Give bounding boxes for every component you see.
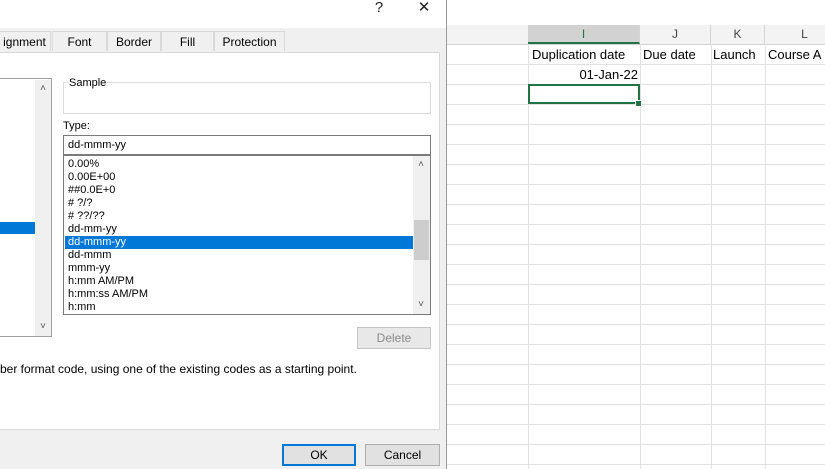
tab-protection[interactable]: Protection bbox=[214, 31, 285, 51]
list-item[interactable]: # ?/? bbox=[65, 197, 413, 210]
column-header-j[interactable]: J bbox=[640, 25, 711, 44]
row-gridline bbox=[447, 244, 825, 245]
cancel-button[interactable]: Cancel bbox=[365, 444, 440, 466]
column-header-l[interactable]: L bbox=[765, 25, 825, 44]
format-list-scrollbar[interactable]: ˄ ˅ bbox=[413, 156, 430, 314]
tab-fill[interactable]: Fill bbox=[161, 31, 214, 51]
chevron-down-icon[interactable]: ˅ bbox=[413, 298, 429, 312]
row-gridline bbox=[447, 324, 825, 325]
type-input[interactable] bbox=[63, 135, 431, 155]
fill-handle[interactable] bbox=[635, 100, 642, 107]
dialog-titlebar[interactable]: ? ✕ bbox=[0, 0, 446, 28]
format-code-list[interactable]: 0.00% 0.00E+00 ##0.0E+0 # ?/? # ??/?? dd… bbox=[63, 155, 431, 315]
tab-font[interactable]: Font bbox=[52, 31, 107, 51]
list-item[interactable]: dd-mm-yy bbox=[65, 223, 413, 236]
row-gridline bbox=[447, 304, 825, 305]
list-item[interactable]: # ??/?? bbox=[65, 210, 413, 223]
active-cell-selection[interactable] bbox=[528, 84, 640, 104]
scrollbar-thumb[interactable] bbox=[414, 220, 429, 260]
type-label: Type: bbox=[63, 120, 90, 132]
delete-button[interactable]: Delete bbox=[357, 327, 431, 349]
close-icon[interactable]: ✕ bbox=[414, 0, 434, 20]
category-selected-item[interactable] bbox=[0, 222, 35, 234]
row-gridline bbox=[447, 124, 825, 125]
tab-border[interactable]: Border bbox=[107, 31, 161, 51]
chevron-up-icon[interactable]: ˄ bbox=[35, 82, 51, 96]
row-gridline bbox=[447, 464, 825, 465]
list-item[interactable]: h:mm:ss AM/PM bbox=[65, 288, 413, 301]
row-gridline bbox=[447, 264, 825, 265]
help-icon[interactable]: ? bbox=[371, 0, 387, 20]
cell-k1[interactable]: Launch bbox=[713, 45, 756, 65]
list-item[interactable]: ##0.0E+0 bbox=[65, 184, 413, 197]
chevron-up-icon[interactable]: ˄ bbox=[413, 158, 429, 172]
row-gridline bbox=[447, 224, 825, 225]
cell-i2[interactable]: 01-Jan-22 bbox=[528, 65, 638, 85]
list-item[interactable]: 0.00E+00 bbox=[65, 171, 413, 184]
format-cells-dialog: ? ✕ ignment Font Border Fill Protection … bbox=[0, 0, 447, 469]
column-header-k[interactable]: K bbox=[711, 25, 765, 44]
column-gridline bbox=[765, 44, 766, 469]
spreadsheet-grid[interactable]: I J K L Duplication date Due date Launch… bbox=[447, 0, 825, 469]
category-list[interactable]: ˄ ˅ bbox=[0, 78, 52, 337]
column-gridline bbox=[528, 44, 529, 469]
row-gridline bbox=[447, 184, 825, 185]
row-gridline bbox=[447, 144, 825, 145]
row-gridline bbox=[447, 444, 825, 445]
tab-strip: ignment Font Border Fill Protection bbox=[0, 31, 446, 52]
column-gridline bbox=[711, 44, 712, 469]
cell-j1[interactable]: Due date bbox=[643, 45, 696, 65]
list-item[interactable]: h:mm bbox=[65, 301, 413, 314]
column-header-row: I J K L bbox=[447, 25, 825, 45]
list-item-selected[interactable]: dd-mmm-yy bbox=[65, 236, 413, 249]
row-gridline bbox=[447, 424, 825, 425]
column-gridline bbox=[640, 44, 641, 469]
list-item[interactable]: h:mm AM/PM bbox=[65, 275, 413, 288]
row-gridline bbox=[447, 204, 825, 205]
ok-button[interactable]: OK bbox=[282, 444, 356, 466]
chevron-down-icon[interactable]: ˅ bbox=[35, 320, 51, 334]
sample-label: Sample bbox=[68, 77, 108, 89]
category-scrollbar[interactable]: ˄ ˅ bbox=[35, 80, 51, 336]
row-gridline bbox=[447, 404, 825, 405]
row-gridline bbox=[447, 344, 825, 345]
row-gridline bbox=[447, 164, 825, 165]
tab-alignment[interactable]: ignment bbox=[0, 31, 51, 51]
column-header-i[interactable]: I bbox=[528, 25, 640, 44]
list-item[interactable]: mmm-yy bbox=[65, 262, 413, 275]
hint-text: ber format code, using one of the existi… bbox=[0, 362, 357, 376]
row-gridline bbox=[447, 364, 825, 365]
cell-i1[interactable]: Duplication date bbox=[532, 45, 625, 65]
sample-group bbox=[63, 82, 431, 114]
row-gridline bbox=[447, 284, 825, 285]
list-item[interactable]: dd-mmm bbox=[65, 249, 413, 262]
list-item[interactable]: 0.00% bbox=[65, 158, 413, 171]
cell-l1[interactable]: Course A bbox=[768, 45, 821, 65]
row-gridline bbox=[447, 384, 825, 385]
